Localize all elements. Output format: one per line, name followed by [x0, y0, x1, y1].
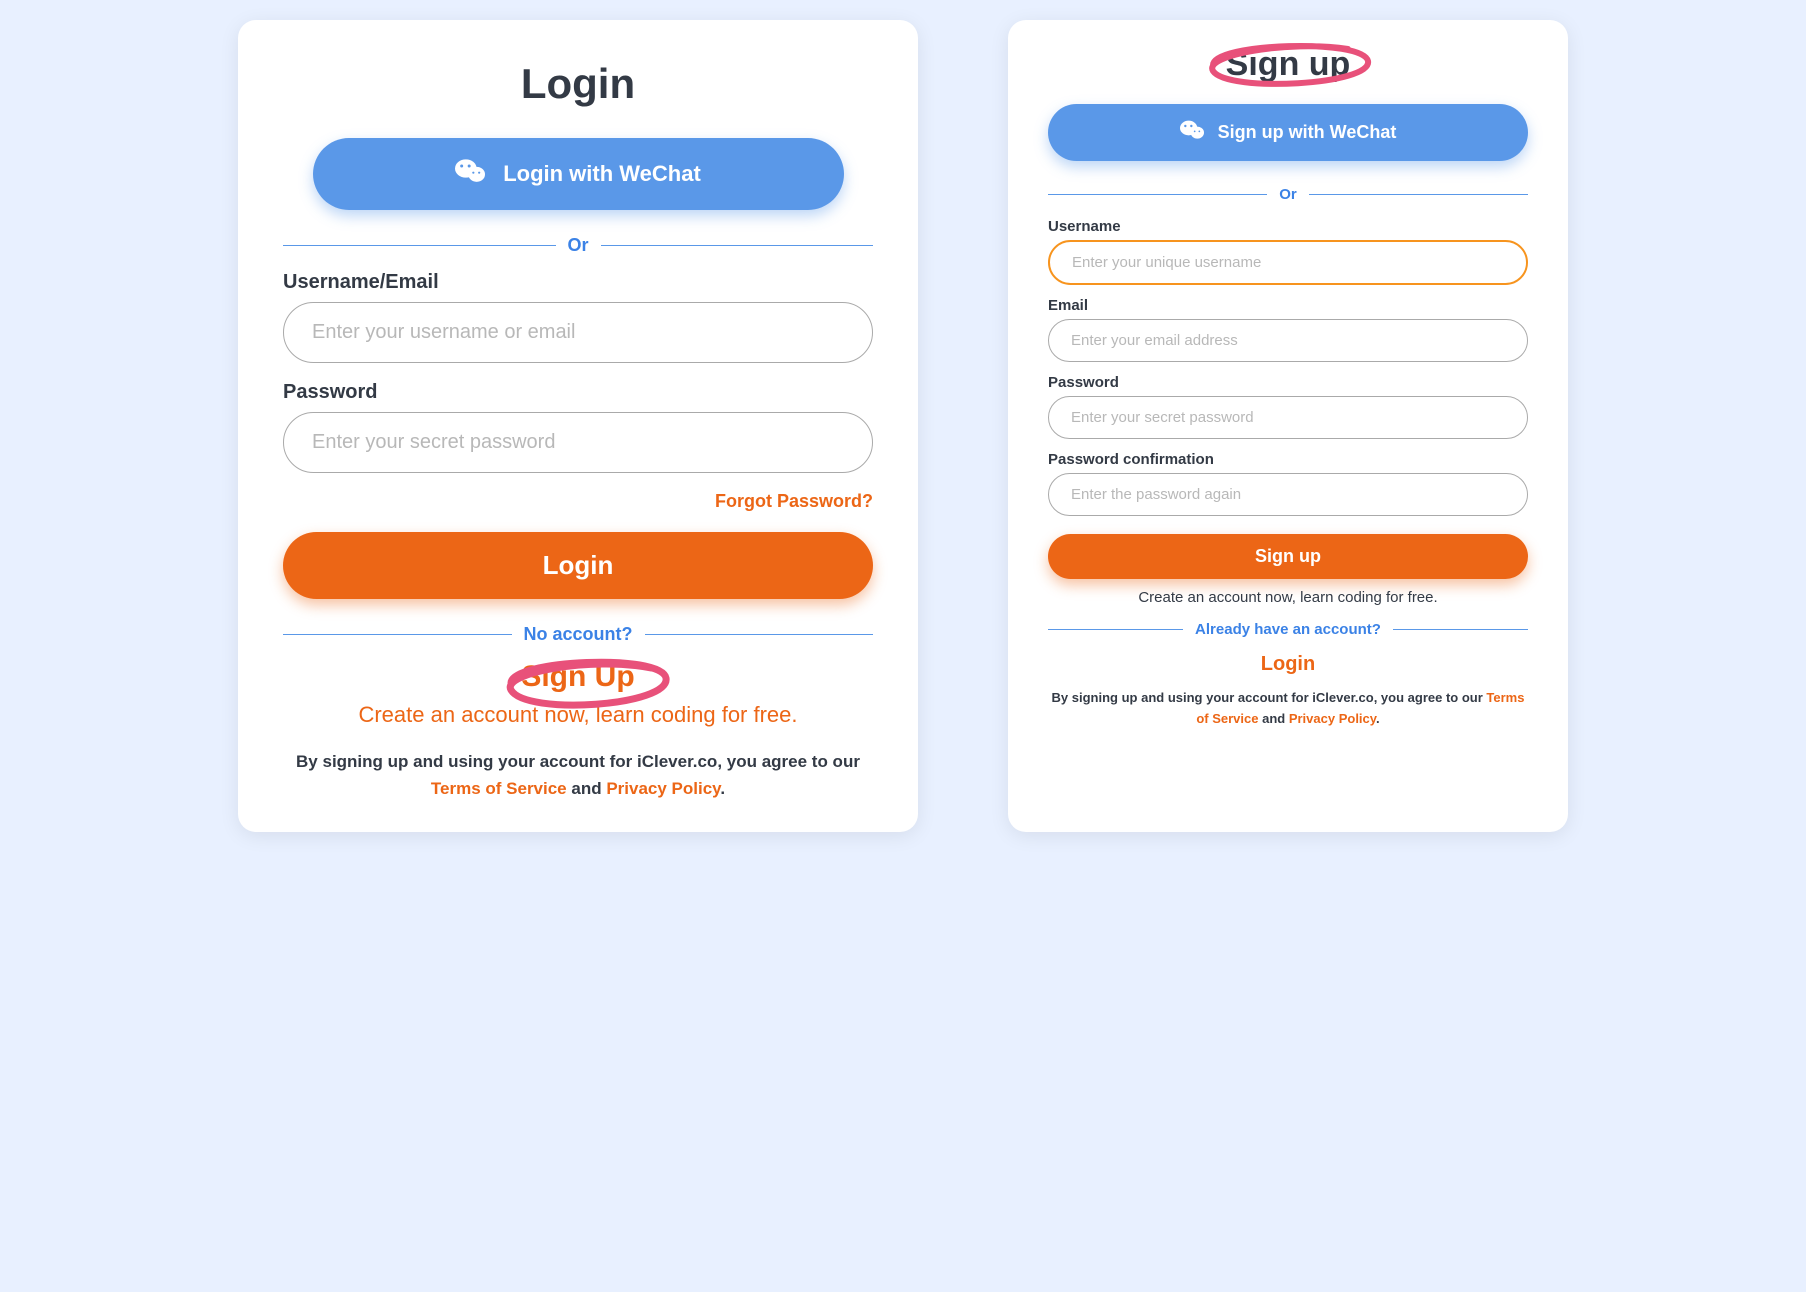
or-text: Or [568, 235, 589, 256]
password-field-group: Password [283, 381, 873, 473]
wechat-button-label: Sign up with WeChat [1218, 122, 1397, 143]
username-label: Username [1048, 218, 1528, 235]
signup-title: Sign up [1048, 45, 1528, 84]
already-account-text: Already have an account? [1195, 621, 1381, 638]
password-input[interactable] [1048, 396, 1528, 439]
signup-tagline: Create an account now, learn coding for … [1048, 589, 1528, 606]
password-label: Password [283, 381, 873, 404]
username-field-group: Username/Email [283, 271, 873, 363]
email-label: Email [1048, 297, 1528, 314]
signup-card: Sign up Sign up with WeChat Or Username … [1008, 20, 1568, 832]
confirm-password-field-group: Password confirmation [1048, 451, 1528, 516]
privacy-policy-link[interactable]: Privacy Policy [606, 779, 720, 798]
login-with-wechat-button[interactable]: Login with WeChat [313, 138, 844, 210]
legal-text: By signing up and using your account for… [1048, 688, 1528, 730]
login-submit-button[interactable]: Login [283, 532, 873, 599]
login-card: Login Login with WeChat Or Username/Emai… [238, 20, 918, 832]
signup-link[interactable]: Sign Up [521, 660, 634, 693]
password-input[interactable] [283, 412, 873, 473]
login-title: Login [283, 60, 873, 108]
legal-dot: . [1376, 711, 1380, 726]
legal-prefix: By signing up and using your account for… [296, 752, 860, 771]
legal-prefix: By signing up and using your account for… [1052, 690, 1487, 705]
wechat-button-label: Login with WeChat [503, 161, 701, 187]
divider-line [1393, 629, 1528, 630]
legal-text: By signing up and using your account for… [283, 748, 873, 802]
email-input[interactable] [1048, 319, 1528, 362]
terms-of-service-link[interactable]: Terms of Service [431, 779, 567, 798]
confirm-password-label: Password confirmation [1048, 451, 1528, 468]
no-account-text: No account? [524, 624, 633, 645]
signup-with-wechat-button[interactable]: Sign up with WeChat [1048, 104, 1528, 161]
password-field-group: Password [1048, 374, 1528, 439]
legal-dot: . [720, 779, 725, 798]
wechat-icon [1180, 118, 1204, 147]
username-field-group: Username [1048, 218, 1528, 285]
divider-line [283, 245, 556, 246]
divider-line [1048, 629, 1183, 630]
login-link[interactable]: Login [1048, 653, 1528, 676]
forgot-password-link[interactable]: Forgot Password? [283, 491, 873, 512]
signup-submit-button[interactable]: Sign up [1048, 534, 1528, 579]
username-label: Username/Email [283, 271, 873, 294]
divider-line [1309, 194, 1528, 195]
or-divider: Or [1048, 186, 1528, 203]
already-account-divider: Already have an account? [1048, 621, 1528, 638]
password-label: Password [1048, 374, 1528, 391]
legal-and: and [1258, 711, 1288, 726]
divider-line [645, 634, 874, 635]
or-divider: Or [283, 235, 873, 256]
username-input[interactable] [1048, 240, 1528, 285]
email-field-group: Email [1048, 297, 1528, 362]
divider-line [601, 245, 874, 246]
divider-line [1048, 194, 1267, 195]
username-input[interactable] [283, 302, 873, 363]
legal-and: and [567, 779, 607, 798]
or-text: Or [1279, 186, 1297, 203]
wechat-icon [455, 156, 485, 192]
confirm-password-input[interactable] [1048, 473, 1528, 516]
divider-line [283, 634, 512, 635]
no-account-divider: No account? [283, 624, 873, 645]
signup-tagline: Create an account now, learn coding for … [283, 702, 873, 728]
privacy-policy-link[interactable]: Privacy Policy [1289, 711, 1376, 726]
